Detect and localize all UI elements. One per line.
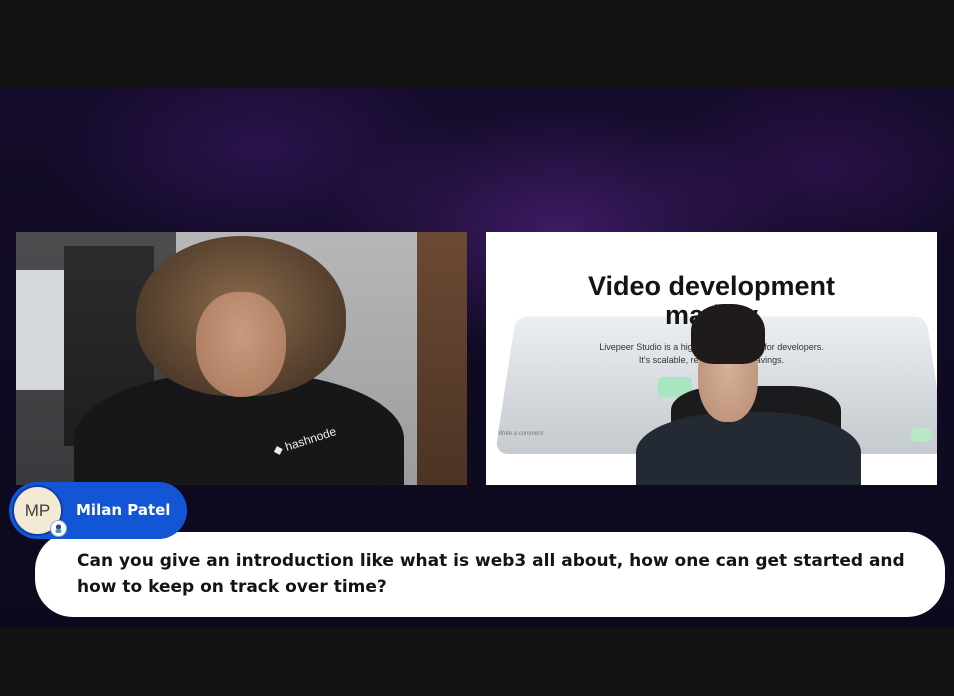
site-comment-placeholder: Write a comment <box>498 431 544 437</box>
site-headline-line1: Video development <box>587 271 836 301</box>
avatar-initials: MP <box>24 500 51 520</box>
door <box>417 232 467 485</box>
question-text: Can you give an introduction like what i… <box>77 551 905 597</box>
speaker-video-right: Video development made y Livepeer Studio… <box>486 232 937 485</box>
speaker-shirt <box>636 412 861 485</box>
speaker-hair <box>691 304 765 364</box>
asker-name: Milan Patel <box>76 501 171 519</box>
site-fab-button <box>910 428 932 442</box>
platform-badge-icon <box>50 520 67 537</box>
speaker-video-left: ◆ hashnode <box>16 232 467 485</box>
speaker-face <box>196 292 286 397</box>
